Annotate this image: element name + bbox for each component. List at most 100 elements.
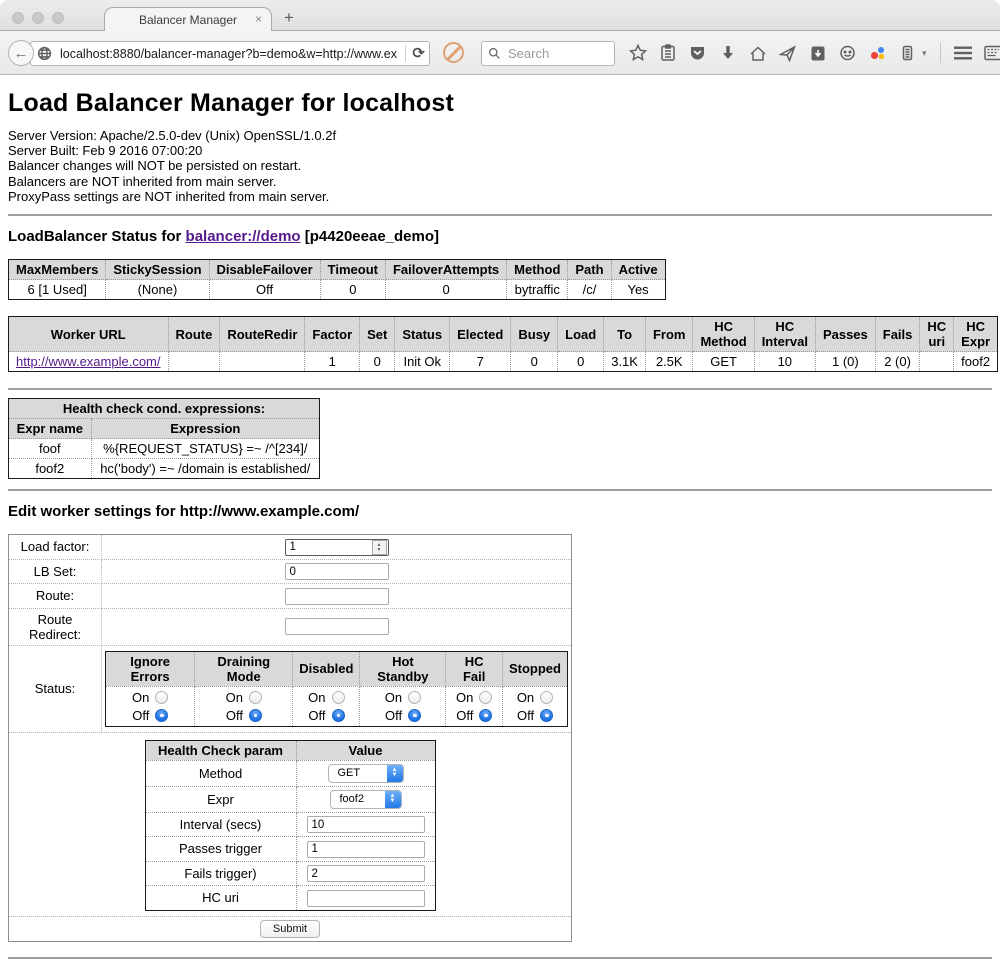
passes-input[interactable] <box>307 841 425 858</box>
extension-dots-icon[interactable] <box>868 44 887 63</box>
cell-method: bytraffic <box>507 280 568 300</box>
status-ignore-errors-off-radio[interactable] <box>155 709 168 722</box>
share-icon[interactable] <box>778 44 797 63</box>
radio-label: Off <box>456 708 473 723</box>
method-select-value: GET <box>338 767 361 779</box>
tab-balancer-manager[interactable]: Balancer Manager × <box>104 7 272 31</box>
cell-route <box>168 352 220 372</box>
block-icon[interactable] <box>443 42 464 63</box>
window-minimize-button[interactable] <box>32 12 44 24</box>
search-bar[interactable] <box>481 41 615 66</box>
home-icon[interactable] <box>748 44 767 63</box>
lb-set-input[interactable] <box>285 563 389 580</box>
divider <box>8 957 992 959</box>
method-select[interactable]: GET ▲▼ <box>328 764 404 783</box>
status-stopped-off-radio[interactable] <box>540 709 553 722</box>
hello-smiley-icon[interactable] <box>838 44 857 63</box>
keyboard-grid-icon[interactable] <box>984 44 1000 63</box>
col-header-worker-url: Worker URL <box>9 317 169 352</box>
status-ignore-errors-on-radio[interactable] <box>155 691 168 704</box>
battery-list-icon[interactable] <box>898 44 917 63</box>
status-hot-standby-off-radio[interactable] <box>408 709 421 722</box>
divider <box>8 214 992 216</box>
hc-row-expr: Expr foof2▲▼ <box>145 786 435 812</box>
form-row-load-factor: Load factor:▲▼ <box>9 535 572 560</box>
form-row-route-redirect: Route Redirect: <box>9 608 572 645</box>
cell-from: 2.5K <box>645 352 693 372</box>
radio-label: Off <box>226 708 243 723</box>
hc-row-hc-uri: HC uri <box>145 886 435 911</box>
pocket-icon[interactable] <box>688 44 707 63</box>
expr-row: foof%{REQUEST_STATUS} =~ /^[234]/ <box>9 439 320 459</box>
spinner-icon[interactable]: ▲▼ <box>372 540 387 555</box>
form-row-status: Status:Ignore ErrorsDraining ModeDisable… <box>9 645 572 732</box>
caret-down-icon[interactable]: ▾ <box>922 48 927 59</box>
edit-worker-heading: Edit worker settings for http://www.exam… <box>8 503 992 520</box>
expr-table-title: Health check cond. expressions: <box>9 399 320 419</box>
cell-worker-url: http://www.example.com/ <box>9 352 169 372</box>
search-input[interactable] <box>506 45 608 62</box>
server-info-line: Balancer changes will NOT be persisted o… <box>8 158 992 173</box>
expr-value: hc('body') =~ /domain is established/ <box>91 459 319 479</box>
status-cell-disabled: OnOff <box>293 686 360 726</box>
header-row: Worker URLRouteRouteRedirFactorSetStatus… <box>9 317 998 352</box>
col-header-hc-interval: HC Interval <box>754 317 815 352</box>
hc-row-interval: Interval (secs) <box>145 812 435 837</box>
status-disabled-on-radio[interactable] <box>332 691 345 704</box>
status-stopped-on-radio[interactable] <box>540 691 553 704</box>
hc-uri-label: HC uri <box>145 886 296 911</box>
route-input[interactable] <box>285 588 389 605</box>
status-hc-fail-off-radio[interactable] <box>479 709 492 722</box>
header-row: MaxMembersStickySessionDisableFailoverTi… <box>9 260 666 280</box>
expr-select[interactable]: foof2▲▼ <box>330 790 402 809</box>
menu-icon[interactable] <box>954 44 973 63</box>
panel-download-icon[interactable] <box>808 44 827 63</box>
worker-url-link[interactable]: http://www.example.com/ <box>16 354 161 369</box>
status-disabled-off-radio[interactable] <box>332 709 345 722</box>
reload-icon[interactable]: ⟳ <box>412 46 425 61</box>
cell-stickysession: (None) <box>106 280 209 300</box>
select-chevrons-icon: ▲▼ <box>387 765 403 782</box>
status-hc-fail-on-radio[interactable] <box>479 691 492 704</box>
submit-button[interactable]: Submit <box>260 920 320 938</box>
page-content: Load Balancer Manager for localhost Serv… <box>0 75 1000 967</box>
status-draining-mode-off-radio[interactable] <box>249 709 262 722</box>
url-bar[interactable]: ⟳ <box>30 41 430 66</box>
expr-name: foof <box>9 439 92 459</box>
cell-fails: 2 (0) <box>875 352 920 372</box>
reading-list-icon[interactable] <box>658 44 677 63</box>
hc-uri-input[interactable] <box>307 890 425 907</box>
window-close-button[interactable] <box>12 12 24 24</box>
new-tab-button[interactable]: + <box>284 9 294 26</box>
balancer-status-suffix: [p4420eeae_demo] <box>301 228 439 245</box>
server-info-line: Balancers are NOT inherited from main se… <box>8 174 992 189</box>
col-header-busy: Busy <box>511 317 558 352</box>
downloads-icon[interactable] <box>718 44 737 63</box>
toolbar-separator <box>940 43 941 63</box>
hc-row-fails: Fails trigger) <box>145 861 435 886</box>
load-factor-stepper: ▲▼ <box>285 538 389 556</box>
cell-failoverattempts: 0 <box>385 280 506 300</box>
interval-input[interactable] <box>307 816 425 833</box>
window-controls[interactable] <box>12 12 64 24</box>
page-title: Load Balancer Manager for localhost <box>8 89 992 118</box>
cell-timeout: 0 <box>320 280 385 300</box>
status-hot-standby-on-radio[interactable] <box>408 691 421 704</box>
fails-label: Fails trigger) <box>145 861 296 886</box>
url-input[interactable] <box>58 46 399 62</box>
col-header-active: Active <box>611 260 665 280</box>
col-header-hc-method: HC Method <box>693 317 754 352</box>
status-draining-mode-on-radio[interactable] <box>249 691 262 704</box>
fails-input[interactable] <box>307 865 425 882</box>
route-redirect-input[interactable] <box>285 618 389 635</box>
divider <box>8 388 992 390</box>
divider <box>8 489 992 491</box>
expr-label: Expr <box>145 786 296 812</box>
server-info-line: Server Version: Apache/2.5.0-dev (Unix) … <box>8 128 992 143</box>
window-zoom-button[interactable] <box>52 12 64 24</box>
table-row: 6 [1 Used](None)Off00bytraffic/c/Yes <box>9 280 666 300</box>
balancer-link[interactable]: balancer://demo <box>186 228 301 245</box>
tab-close-icon[interactable]: × <box>255 12 262 26</box>
bookmark-star-icon[interactable] <box>628 44 647 63</box>
back-button[interactable]: ← <box>8 40 34 66</box>
